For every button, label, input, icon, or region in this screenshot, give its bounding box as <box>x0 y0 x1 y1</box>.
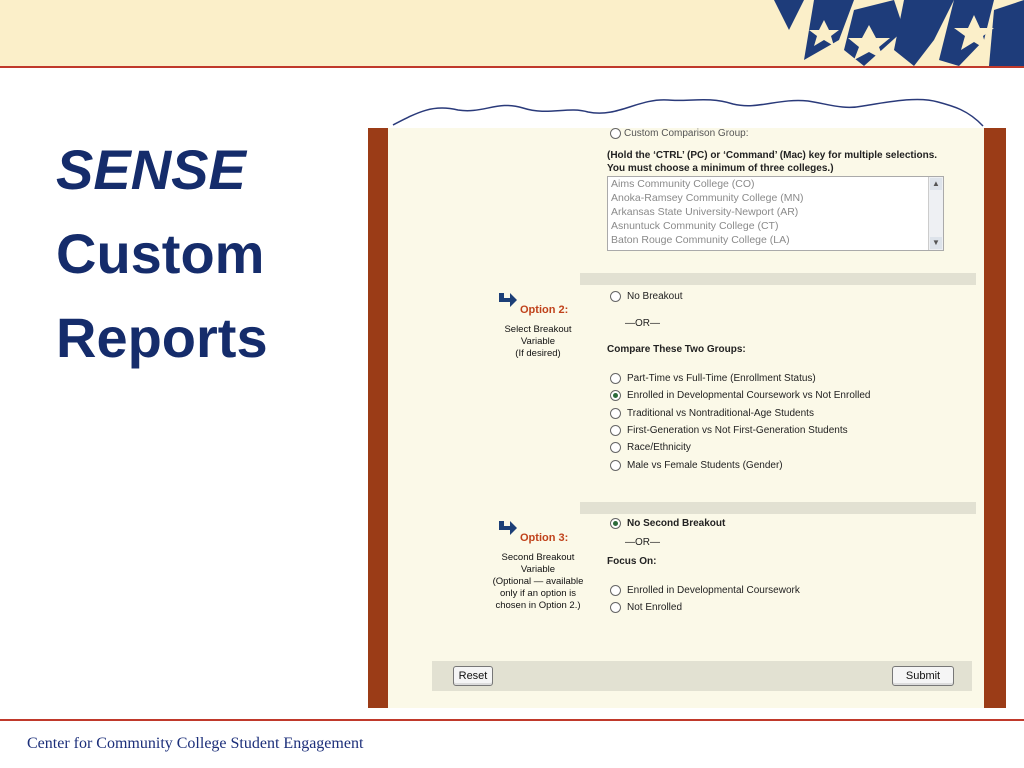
option-2-description: Select Breakout Variable (If desired) <box>488 324 588 360</box>
focus-radio[interactable] <box>610 602 621 613</box>
listbox-scrollbar[interactable]: ▲ ▼ <box>928 177 943 250</box>
curved-arrow-icon <box>499 293 517 307</box>
or-separator: —OR— <box>625 537 660 548</box>
breakout-choice-label: Enrolled in Developmental Coursework vs … <box>627 390 871 401</box>
breakout-radio[interactable] <box>610 408 621 419</box>
compare-heading: Compare These Two Groups: <box>607 344 746 355</box>
option-2-desc-line: (If desired) <box>515 348 561 359</box>
footer-divider <box>0 719 1024 721</box>
college-item[interactable]: Asnuntuck Community College (CT) <box>608 219 943 233</box>
focus-heading: Focus On: <box>607 556 657 567</box>
focus-choice-label: Not Enrolled <box>627 602 683 613</box>
title-line-1: SENSE <box>56 138 246 201</box>
breakout-choice-label: Race/Ethnicity <box>627 442 691 453</box>
instruction-line-2: You must choose a minimum of three colle… <box>607 163 834 174</box>
no-breakout-radio[interactable] <box>610 291 621 302</box>
breakout-choice-label: Part-Time vs Full-Time (Enrollment Statu… <box>627 373 816 384</box>
curved-arrow-icon <box>499 521 517 535</box>
breakout-radio[interactable] <box>610 460 621 471</box>
focus-radio[interactable] <box>610 585 621 596</box>
colleges-listbox[interactable]: Aims Community College (CO) Anoka-Ramsey… <box>607 176 944 251</box>
scroll-up-icon[interactable]: ▲ <box>930 178 942 190</box>
section-divider <box>580 502 976 514</box>
breakout-radio[interactable] <box>610 442 621 453</box>
option-2-desc-line: Variable <box>520 336 556 347</box>
option-3-desc-line: (Optional — available <box>492 576 584 587</box>
scroll-down-icon[interactable]: ▼ <box>930 237 942 249</box>
footer-text: Center for Community College Student Eng… <box>27 735 364 752</box>
breakout-radio[interactable] <box>610 373 621 384</box>
title-line-3: Reports <box>56 306 268 369</box>
no-second-breakout-radio[interactable] <box>610 518 621 529</box>
or-separator: —OR— <box>625 318 660 329</box>
college-item[interactable]: Baton Rouge Community College (LA) <box>608 233 943 247</box>
breakout-choice-label: First-Generation vs Not First-Generation… <box>627 425 848 436</box>
section-divider <box>580 273 976 285</box>
option-3-desc-line: Variable <box>520 564 556 575</box>
option-3-desc-line: chosen in Option 2.) <box>495 600 581 611</box>
stars-decoration <box>774 0 1024 66</box>
custom-group-label: Custom Comparison Group: <box>624 128 749 139</box>
option-3-description: Second Breakout Variable (Optional — ava… <box>488 552 588 612</box>
no-breakout-label: No Breakout <box>627 291 683 302</box>
option-3-label: Option 3: <box>520 532 569 544</box>
instruction-line-1: (Hold the ‘CTRL’ (PC) or ‘Command’ (Mac)… <box>607 150 938 161</box>
option-2-desc-line: Select Breakout <box>504 324 572 335</box>
title-line-2: Custom <box>56 222 265 285</box>
reset-button[interactable]: Reset <box>453 666 493 686</box>
focus-choice-label: Enrolled in Developmental Coursework <box>627 585 800 596</box>
breakout-radio[interactable] <box>610 390 621 401</box>
top-divider <box>0 66 1024 68</box>
option-2-label: Option 2: <box>520 304 569 316</box>
option-3-desc-line: Second Breakout <box>501 552 575 563</box>
college-item[interactable]: Arkansas State University-Newport (AR) <box>608 205 943 219</box>
form-panel: Custom Comparison Group: (Hold the ‘CTRL… <box>388 128 984 708</box>
slide-title: SENSE Custom Reports <box>56 128 268 380</box>
college-item[interactable]: Anoka-Ramsey Community College (MN) <box>608 191 943 205</box>
breakout-radio[interactable] <box>610 425 621 436</box>
college-item[interactable]: Aims Community College (CO) <box>608 177 943 191</box>
button-bar: Reset Submit <box>432 661 972 691</box>
option-3-desc-line: only if an option is <box>499 588 577 599</box>
submit-button[interactable]: Submit <box>892 666 954 686</box>
no-second-breakout-label: No Second Breakout <box>627 518 726 529</box>
breakout-choice-label: Male vs Female Students (Gender) <box>627 460 783 471</box>
custom-group-radio[interactable] <box>610 128 621 139</box>
breakout-choice-label: Traditional vs Nontraditional-Age Studen… <box>627 408 814 419</box>
